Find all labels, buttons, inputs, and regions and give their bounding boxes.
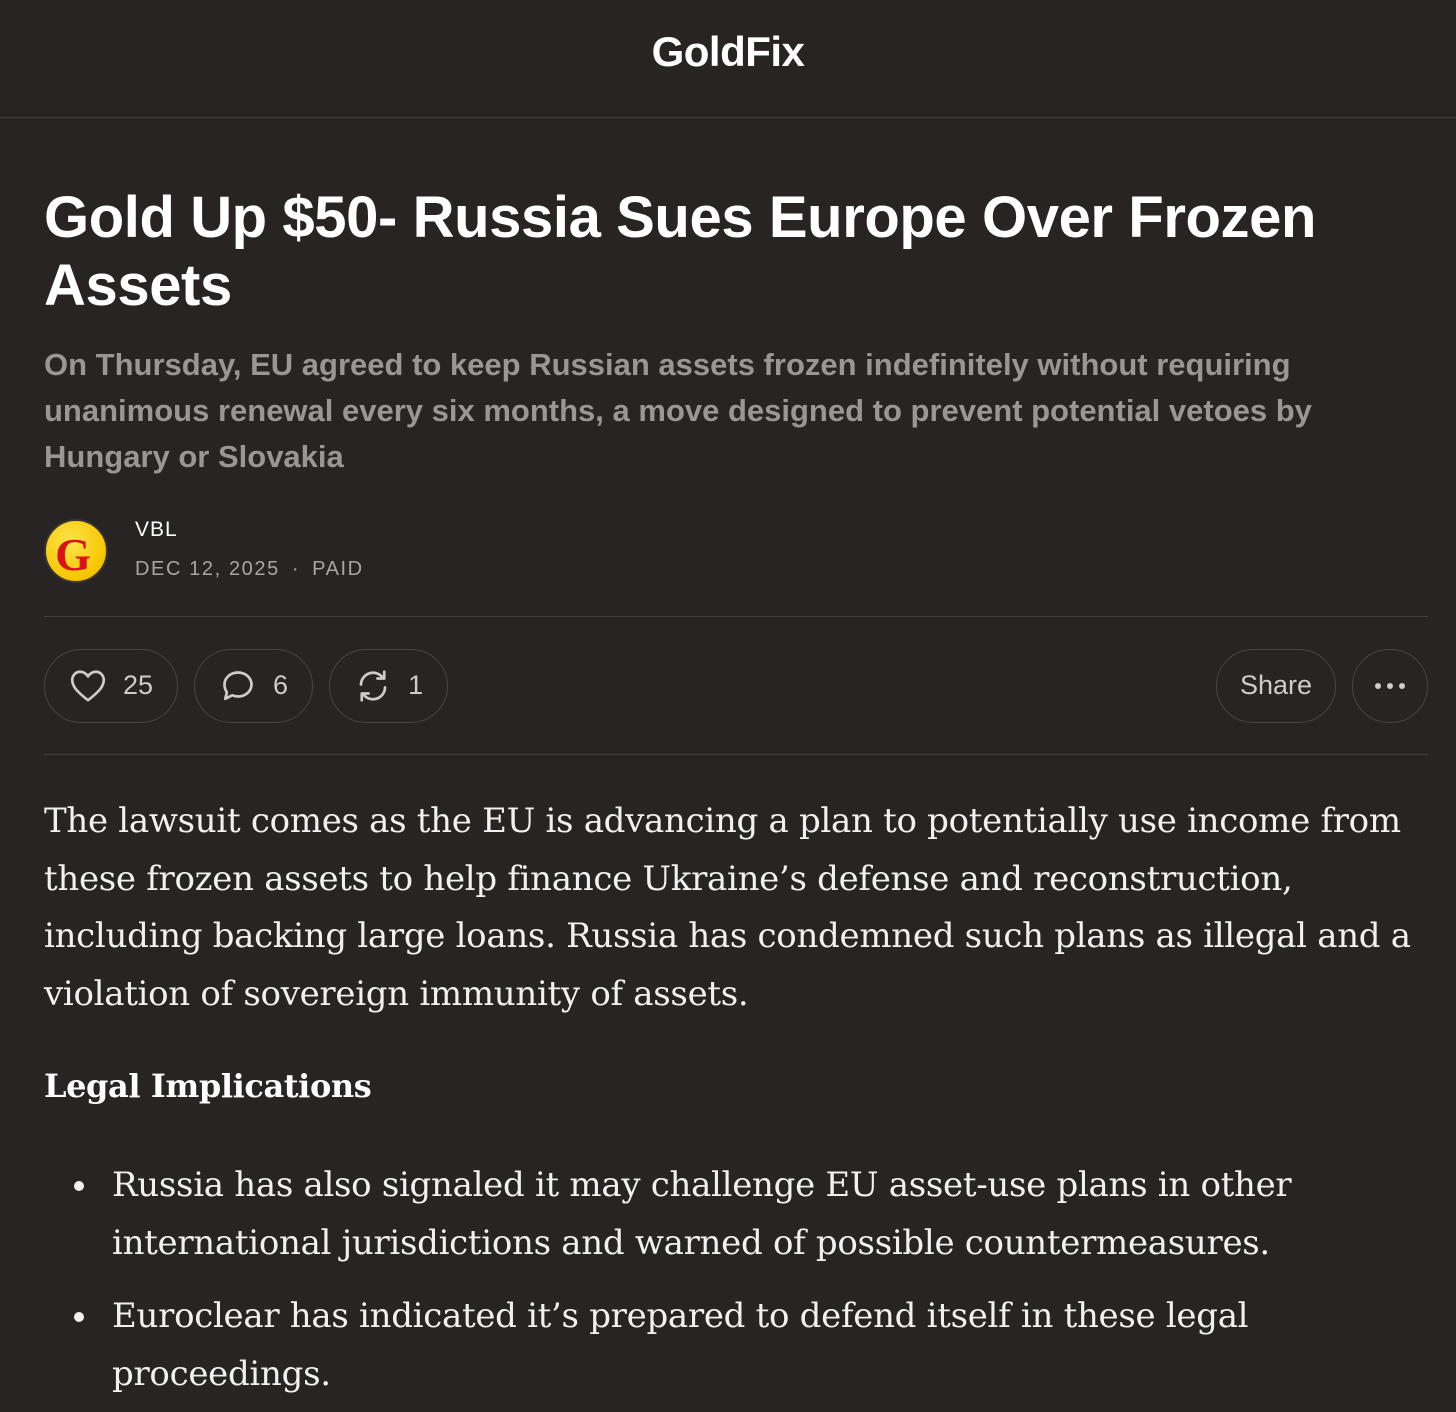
post-meta: DEC 12, 2025 · PAID xyxy=(135,558,364,581)
comment-button[interactable]: 6 xyxy=(194,648,314,723)
post-date: DEC 12, 2025 xyxy=(135,558,280,580)
publication-name[interactable]: GoldFix xyxy=(652,28,805,76)
author-name[interactable]: VBL xyxy=(135,518,364,542)
restack-count: 1 xyxy=(408,670,424,700)
bullet-dot xyxy=(74,1181,84,1191)
comment-icon xyxy=(219,667,257,705)
like-count: 25 xyxy=(123,670,154,700)
heart-icon xyxy=(69,667,107,705)
list-item-text: Russia has also signaled it may challeng… xyxy=(112,1165,1292,1263)
bullet-list: Russia has also signaled it may challeng… xyxy=(44,1157,1428,1403)
restack-icon xyxy=(354,667,392,705)
restack-button[interactable]: 1 xyxy=(329,648,449,723)
share-button[interactable]: Share xyxy=(1216,648,1336,723)
post-title: Gold Up $50- Russia Sues Europe Over Fro… xyxy=(44,185,1317,318)
byline: G VBL DEC 12, 2025 · PAID xyxy=(44,516,1428,616)
more-options-button[interactable] xyxy=(1352,648,1428,723)
share-label: Share xyxy=(1239,670,1313,700)
top-bar: GoldFix xyxy=(0,0,1456,118)
post-content: Gold Up $50- Russia Sues Europe Over Fro… xyxy=(0,184,1456,1403)
author-avatar[interactable]: G xyxy=(44,519,108,583)
like-button[interactable]: 25 xyxy=(44,648,179,723)
comment-count: 6 xyxy=(273,670,289,700)
byline-text: VBL DEC 12, 2025 · PAID xyxy=(135,516,364,581)
post-subtitle: On Thursday, EU agreed to keep Russian a… xyxy=(44,347,1312,474)
body-paragraph: The lawsuit comes as the EU is advancing… xyxy=(44,801,1411,1014)
meta-separator: · xyxy=(291,558,301,580)
list-item: Euroclear has indicated it’s prepared to… xyxy=(74,1288,1372,1403)
post-actions-bar: 25 6 1 Share xyxy=(44,617,1428,754)
section-heading: Legal Implications xyxy=(44,1067,372,1105)
divider-bottom xyxy=(44,754,1428,755)
avatar-logo-letter: G xyxy=(55,528,91,580)
list-item-text: Euroclear has indicated it’s prepared to… xyxy=(112,1296,1249,1394)
list-item: Russia has also signaled it may challeng… xyxy=(74,1157,1372,1272)
post-access-badge: PAID xyxy=(312,558,364,580)
more-icon xyxy=(1371,667,1409,705)
bullet-dot xyxy=(74,1312,84,1322)
